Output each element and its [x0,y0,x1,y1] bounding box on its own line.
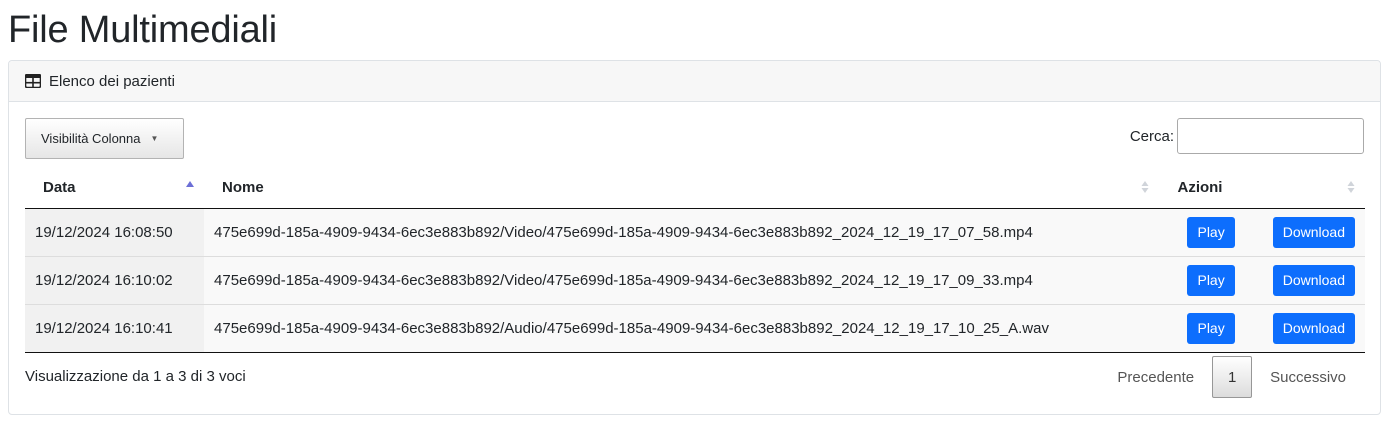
play-button[interactable]: Play [1187,312,1235,344]
table-row: 19/12/2024 16:10:41 475e699d-185a-4909-9… [25,303,1365,353]
column-header-nome[interactable]: Nome [204,168,1160,209]
download-button[interactable]: Download [1272,264,1355,296]
download-button[interactable]: Download [1272,216,1355,248]
patients-card: Elenco dei pazienti Visibilità Colonna ▼… [8,60,1381,415]
download-button[interactable]: Download [1272,312,1355,344]
pagination: Precedente 1 Successivo [1099,356,1364,398]
column-header-azioni[interactable]: Azioni [1159,168,1365,209]
cell-name: 475e699d-185a-4909-9434-6ec3e883b892/Vid… [214,223,1033,241]
sort-both-icon [1347,181,1355,193]
search-label: Cerca: [1129,127,1174,145]
play-button[interactable]: Play [1187,264,1235,296]
cell-actions: Play Download [1159,208,1365,256]
cell-date: 19/12/2024 16:08:50 [25,208,205,256]
cell-actions: Play Download [1159,255,1365,304]
cell-date: 19/12/2024 16:10:02 [25,255,205,304]
sort-ascending-icon [186,181,195,187]
cell-name: 475e699d-185a-4909-9434-6ec3e883b892/Aud… [204,303,1160,353]
search-input[interactable] [1177,118,1364,154]
table-header-row: Data Nome Azioni [25,168,1365,209]
column-visibility-label: Visibilità Colonna [41,131,141,146]
pagination-page-1[interactable]: 1 [1212,356,1253,398]
media-files-table: Data Nome Azioni 19/12/2024 16:08:50 475… [25,168,1365,353]
table-row: 19/12/2024 16:08:50 475e699d-185a-4909-9… [25,208,1365,256]
column-visibility-button[interactable]: Visibilità Colonna ▼ [25,118,184,159]
column-header-label: Data [43,179,76,197]
pagination-next[interactable]: Successivo [1252,369,1364,386]
sort-both-icon [1141,181,1149,193]
column-header-label: Nome [222,179,264,197]
card-header-title: Elenco dei pazienti [49,72,175,90]
cell-name: 475e699d-185a-4909-9434-6ec3e883b892/Vid… [204,255,1160,304]
search-container: Cerca: [1130,118,1364,154]
cell-date: 19/12/2024 16:10:41 [25,303,205,353]
page-title: File Multimediali [8,9,278,51]
table-info: Visualizzazione da 1 a 3 di 3 voci [25,368,246,385]
table-row: 19/12/2024 16:10:02 475e699d-185a-4909-9… [25,255,1365,304]
column-header-data[interactable]: Data [25,168,205,209]
card-header: Elenco dei pazienti [9,61,1380,102]
play-button[interactable]: Play [1187,216,1235,248]
pagination-previous[interactable]: Precedente [1099,369,1212,386]
caret-down-icon: ▼ [150,134,159,143]
table-icon [24,73,42,89]
cell-actions: Play Download [1159,303,1365,353]
column-header-label: Azioni [1177,179,1223,197]
